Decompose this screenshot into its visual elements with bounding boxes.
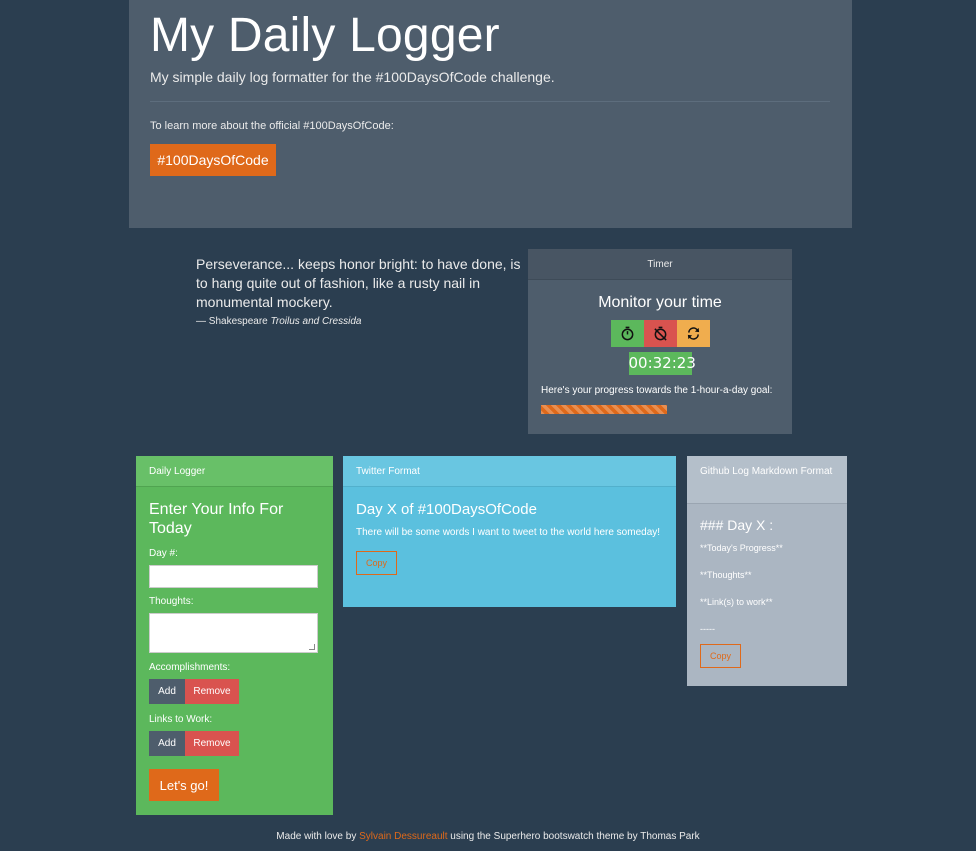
accomplishments-label: Accomplishments:	[149, 662, 231, 673]
twitter-copy-button[interactable]: Copy	[356, 551, 397, 575]
quote-author: — Shakespeare	[196, 316, 271, 327]
remove-accomplishment-button[interactable]: Remove	[185, 679, 239, 704]
github-line-progress: **Today's Progress**	[700, 543, 783, 553]
twitter-format-panel: Twitter Format Day X of #100DaysOfCode T…	[343, 456, 676, 607]
daily-logger-panel: Daily Logger Enter Your Info For Today D…	[136, 456, 333, 815]
lets-go-button[interactable]: Let's go!	[149, 769, 219, 801]
twitter-body: There will be some words I want to tweet…	[356, 527, 661, 538]
github-format-panel: Github Log Markdown Format ### Day X : *…	[687, 456, 847, 686]
twitter-title: Day X of #100DaysOfCode	[356, 501, 537, 518]
quote-text: Perseverance... keeps honor bright: to h…	[196, 256, 521, 310]
day-label: Day #:	[149, 548, 178, 559]
github-line-separator: -----	[700, 624, 715, 634]
quote-work: Troilus and Cressida	[270, 316, 362, 327]
footer: Made with love by Sylvain Dessureault us…	[0, 831, 976, 842]
add-accomplishment-button[interactable]: Add	[149, 679, 185, 704]
timer-reset-button[interactable]	[676, 320, 710, 347]
stopwatch-icon	[621, 326, 633, 341]
github-copy-button[interactable]: Copy	[700, 644, 741, 668]
thoughts-label: Thoughts:	[149, 596, 194, 607]
daily-logger-heading: Daily Logger	[136, 456, 333, 487]
progress-bar	[541, 405, 779, 414]
page-subtitle: My simple daily log formatter for the #1…	[150, 69, 555, 85]
links-label: Links to Work:	[149, 714, 213, 725]
footer-suffix: using the Superhero bootswatch theme by …	[447, 831, 700, 842]
add-link-button[interactable]: Add	[149, 731, 185, 756]
progress-fill	[541, 405, 668, 414]
jumbotron: My Daily Logger My simple daily log form…	[129, 0, 852, 228]
quote-citation: — Shakespeare Troilus and Cressida	[196, 316, 521, 327]
footer-author-link[interactable]: Sylvain Dessureault	[359, 831, 447, 842]
timer-panel: Timer Monitor your time 00:32:23 Here's …	[528, 249, 792, 434]
learn-more-text: To learn more about the official #100Day…	[150, 120, 394, 132]
github-format-heading: Github Log Markdown Format	[687, 456, 847, 504]
timer-off-icon	[653, 326, 667, 341]
github-line-links: **Link(s) to work**	[700, 597, 773, 607]
refresh-icon	[687, 327, 699, 340]
quote-block: Perseverance... keeps honor bright: to h…	[196, 255, 521, 327]
twitter-format-heading: Twitter Format	[343, 456, 676, 487]
timer-title: Monitor your time	[598, 294, 722, 311]
links-buttons: Add Remove	[149, 731, 320, 756]
timer-clock: 00:32:23	[628, 352, 696, 375]
timer-start-button[interactable]	[610, 320, 644, 347]
footer-prefix: Made with love by	[276, 831, 360, 842]
thoughts-textarea[interactable]	[149, 613, 318, 653]
timer-heading: Timer	[528, 249, 792, 280]
divider	[150, 101, 830, 102]
accomplishments-buttons: Add Remove	[149, 679, 320, 704]
logger-title: Enter Your Info For Today	[149, 501, 284, 537]
remove-link-button[interactable]: Remove	[185, 731, 239, 756]
timer-stop-button[interactable]	[643, 320, 677, 347]
resize-grip-icon[interactable]	[309, 644, 315, 650]
timer-controls	[528, 320, 792, 347]
100daysofcode-button[interactable]: #100DaysOfCode	[150, 144, 276, 176]
day-input[interactable]	[149, 565, 318, 588]
progress-label: Here's your progress towards the 1-hour-…	[541, 385, 773, 396]
page-title: My Daily Logger	[150, 9, 500, 62]
github-line-thoughts: **Thoughts**	[700, 570, 752, 580]
github-title: ### Day X :	[700, 517, 774, 533]
